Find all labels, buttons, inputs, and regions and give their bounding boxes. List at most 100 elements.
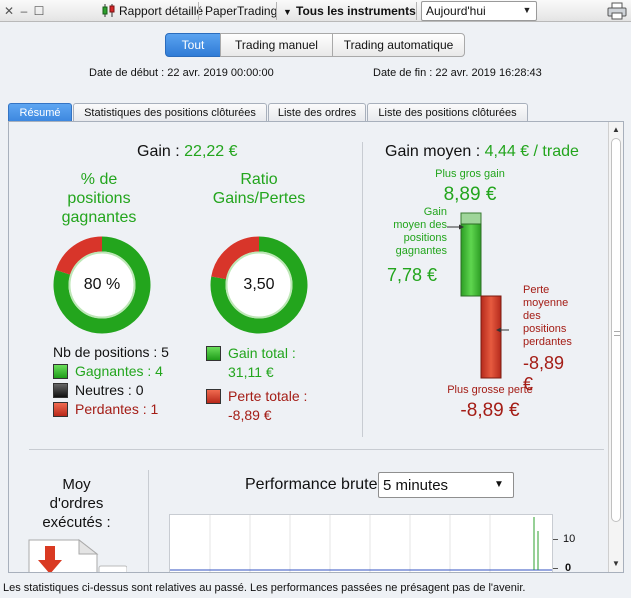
avg-orders-title: Moy d'ordres exécutés : xyxy=(29,475,124,532)
avg-win-label-line: moyen des xyxy=(393,219,447,231)
losing-count: Perdantes : 1 xyxy=(75,401,159,417)
avg-orders-title-line: Moy xyxy=(62,476,91,493)
total-loss-swatch xyxy=(206,389,221,404)
candlestick-icon xyxy=(102,4,115,17)
account-button[interactable]: PaperTrading xyxy=(205,3,277,19)
toolbar-separator xyxy=(416,2,417,20)
axis-tick-bottom: 0 xyxy=(565,562,572,573)
max-loss-label: Plus grosse perte xyxy=(447,384,533,396)
scrollbar-thumb[interactable] xyxy=(611,138,621,522)
winning-count: Gagnantes : 4 xyxy=(75,363,163,379)
avg-win-label-line: gagnantes xyxy=(395,245,447,257)
total-gain-label: Gain total : xyxy=(228,345,296,361)
instruments-button[interactable]: Tous les instruments xyxy=(296,3,416,19)
tab-closed-position-list[interactable]: Liste des positions clôturées xyxy=(367,103,528,122)
orders-icon xyxy=(28,538,127,572)
gain-loss-bars xyxy=(447,212,509,379)
avg-loss-label-line: Perte xyxy=(523,284,550,296)
total-loss-label: Perte totale : xyxy=(228,388,308,404)
avg-loss-label-line: moyenne xyxy=(523,297,569,309)
ratio-value: 3,50 xyxy=(243,276,275,293)
win-rate-value: 80 % xyxy=(83,276,121,293)
avg-loss-label-line: perdantes xyxy=(523,336,572,348)
avg-loss-label-line: positions xyxy=(523,323,567,335)
minimize-icon[interactable]: – xyxy=(17,3,31,19)
win-rate-title: % de positions gagnantes xyxy=(49,170,149,227)
neutral-legend-swatch xyxy=(53,383,68,398)
interval-select-value: 5 minutes xyxy=(383,477,449,494)
avg-gain-label: Gain moyen : xyxy=(385,143,481,160)
period-select[interactable]: Aujourd'hui ▼ xyxy=(421,1,537,21)
tab-summary[interactable]: Résumé xyxy=(8,103,72,122)
max-gain-bar xyxy=(460,212,482,225)
close-icon[interactable]: ✕ xyxy=(2,3,16,19)
total-loss: Perte totale : -8,89 € xyxy=(228,387,307,425)
section-divider xyxy=(148,470,149,572)
avg-win-value: 7,78 € xyxy=(387,265,438,285)
print-icon[interactable] xyxy=(607,2,627,20)
total-loss-value: -8,89 € xyxy=(228,407,272,423)
max-gain-value: 8,89 € xyxy=(443,184,497,205)
avg-gain-summary: Gain moyen : 4,44 € / trade xyxy=(385,143,579,161)
performance-chart xyxy=(169,514,553,572)
performance-chart-plot xyxy=(170,515,552,572)
top-toolbar: ✕ – ☐ Rapport détaillé PaperTrading ▼ To… xyxy=(0,0,631,22)
toolbar-separator xyxy=(198,2,199,20)
chevron-down-icon[interactable]: ▼ xyxy=(283,4,292,20)
total-gain: Gain total : 31,11 € xyxy=(228,344,296,382)
maximize-icon[interactable]: ☐ xyxy=(32,3,46,19)
section-divider xyxy=(29,449,604,450)
toolbar-separator xyxy=(276,2,277,20)
section-divider xyxy=(362,142,363,437)
scroll-down-icon[interactable]: ▼ xyxy=(610,558,622,570)
interval-select[interactable]: 5 minutes ▼ xyxy=(378,472,514,498)
gain-label: Gain : xyxy=(137,143,180,160)
axis-tick-top: 10 xyxy=(563,533,576,545)
avg-loss-label-line: des xyxy=(523,310,541,322)
start-date: Date de début : 22 avr. 2019 00:00:00 xyxy=(89,67,274,79)
avg-win-label-line: positions xyxy=(403,232,447,244)
grip-icon xyxy=(614,331,620,336)
ratio-title-line: Gains/Pertes xyxy=(212,190,306,207)
ratio-title-line: Ratio xyxy=(240,171,278,188)
gain-value: 22,22 € xyxy=(184,143,238,160)
period-select-value: Aujourd'hui xyxy=(426,4,486,18)
win-rate-title-line: positions xyxy=(67,190,131,207)
performance-label: Performance brute xyxy=(245,476,378,493)
avg-gain-value: 4,44 € / trade xyxy=(484,143,579,160)
losing-legend-swatch xyxy=(53,402,68,417)
vertical-scrollbar[interactable]: ▲ ▼ xyxy=(608,122,623,572)
summary-panel: Gain : 22,22 € % de positions gagnantes … xyxy=(8,121,624,573)
avg-win-label-line: Gain xyxy=(423,206,447,218)
ratio-title: Ratio Gains/Pertes xyxy=(199,170,319,208)
win-rate-title-line: gagnantes xyxy=(61,209,137,226)
avg-orders-title-line: exécutés : xyxy=(42,514,111,531)
detailed-report-button[interactable]: Rapport détaillé xyxy=(119,3,203,19)
chevron-down-icon: ▼ xyxy=(522,5,532,15)
tab-closed-position-stats[interactable]: Statistiques des positions clôturées xyxy=(73,103,267,122)
mode-tab-automatic[interactable]: Trading automatique xyxy=(332,33,465,57)
axis-tick xyxy=(553,539,558,540)
total-gain-value: 31,11 € xyxy=(228,364,274,380)
avg-win-bar xyxy=(460,223,482,297)
gain-summary: Gain : 22,22 € xyxy=(137,143,238,161)
mode-tab-manual[interactable]: Trading manuel xyxy=(220,33,333,57)
tab-order-list[interactable]: Liste des ordres xyxy=(268,103,366,122)
avg-loss-bar xyxy=(480,295,502,379)
avg-win-label: Gain moyen des positions gagnantes xyxy=(385,206,447,258)
avg-loss-label: Perte moyenne des positions perdantes xyxy=(523,284,585,349)
avg-orders-title-line: d'ordres xyxy=(49,495,104,512)
neutral-count: Neutres : 0 xyxy=(75,382,144,398)
mode-tab-all[interactable]: Tout xyxy=(165,33,221,57)
axis-tick xyxy=(553,568,558,569)
max-gain-label: Plus gros gain xyxy=(435,168,505,180)
win-rate-title-line: % de xyxy=(80,171,118,188)
total-gain-swatch xyxy=(206,346,221,361)
chevron-down-icon: ▼ xyxy=(494,479,504,490)
disclaimer-footer: Les statistiques ci-dessus sont relative… xyxy=(0,579,631,598)
positions-count: Nb de positions : 5 xyxy=(53,344,169,360)
max-loss-value: -8,89 € xyxy=(460,400,520,421)
winning-legend-swatch xyxy=(53,364,68,379)
scroll-up-icon[interactable]: ▲ xyxy=(610,124,622,136)
end-date: Date de fin : 22 avr. 2019 16:28:43 xyxy=(373,67,542,79)
